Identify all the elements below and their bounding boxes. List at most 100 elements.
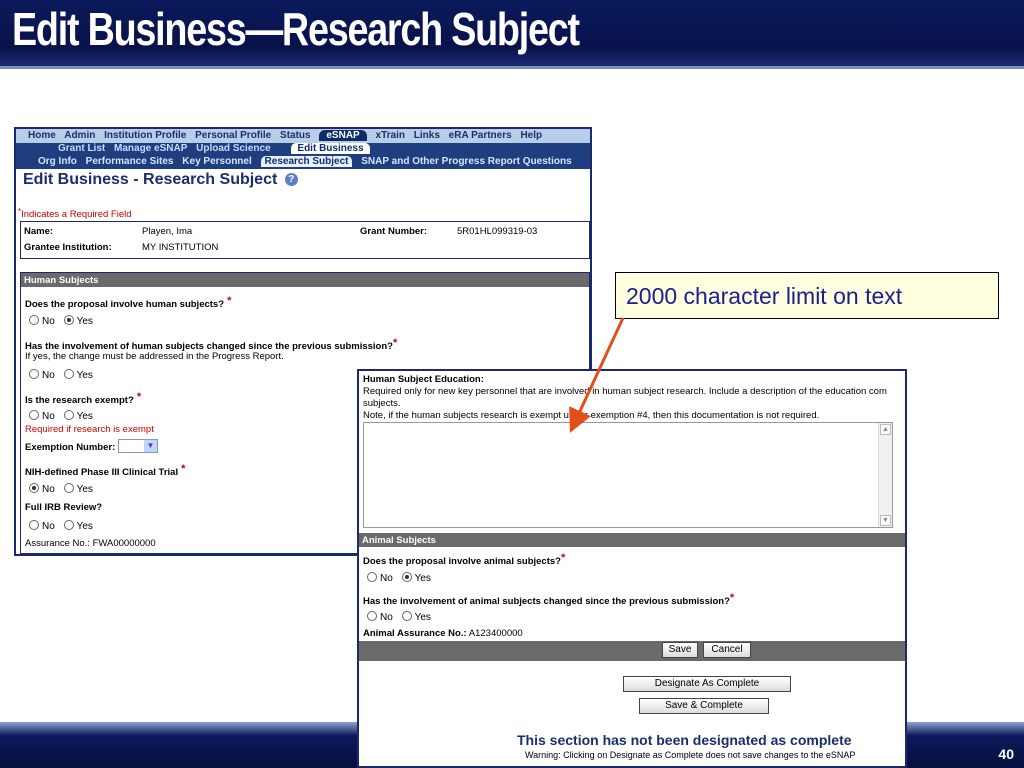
designate-complete-button[interactable]: Designate As Complete [623,676,791,692]
as-question-changed-text: Has the involvement of animal subjects c… [363,596,730,607]
animal-subjects-header: Animal Subjects [359,533,905,547]
nav-research-subject[interactable]: Research Subject [260,156,353,167]
sub-nav-esnap: Grant List Manage eSNAP Upload Science E… [16,143,590,156]
hs-changed-no-label: No [42,370,55,381]
hs-exempt-required-note: Required if research is exempt [25,424,154,435]
hs-question-phase3: NIH-defined Phase III Clinical Trial * [25,463,186,478]
hs-question-phase3-text: NIH-defined Phase III Clinical Trial [25,467,179,478]
scroll-down-icon[interactable]: ▼ [880,515,891,526]
hs-involve-no-radio[interactable] [29,315,39,325]
hs-phase3-yes-radio[interactable] [63,483,74,493]
human-subject-education-textarea[interactable]: ▲ ▼ [363,422,893,528]
character-limit-callout: 2000 character limit on text [615,272,999,319]
nav-personal-profile[interactable]: Personal Profile [195,130,271,141]
scroll-up-icon[interactable]: ▲ [880,424,891,435]
hs-involve-no-label: No [42,316,55,327]
hs-phase3-no-radio[interactable] [29,483,39,493]
nav-links[interactable]: Links [414,130,440,141]
slide-title: Edit Business—Research Subject [12,3,580,55]
as-changed-no-radio[interactable] [367,611,377,621]
required-note: *Indicates a Required Field [18,207,132,220]
completion-status: This section has not been designated as … [517,732,852,748]
hs-irb-no-radio[interactable] [29,520,39,530]
save-complete-button[interactable]: Save & Complete [639,698,769,714]
nav-performance-sites[interactable]: Performance Sites [86,156,174,167]
nav-manage-esnap[interactable]: Manage eSNAP [114,143,187,154]
exemption-number-label: Exemption Number: [25,442,116,453]
nav-key-personnel[interactable]: Key Personnel [182,156,251,167]
hs-exempt-no-radio[interactable] [29,410,39,420]
textarea-scrollbar[interactable]: ▲ ▼ [878,423,892,527]
as-involve-yes-radio[interactable] [401,572,412,582]
hs-phase3-no-label: No [42,484,55,495]
page-title: Edit Business - Research Subject ? [23,171,298,189]
page-title-text: Edit Business - Research Subject [23,171,278,188]
institution-label: Grantee Institution: [24,242,112,253]
hs-question-exempt: Is the research exempt? * [25,391,142,406]
hs-changed-radios: No Yes [29,369,99,381]
exemption-number-select[interactable]: ▼ [117,439,158,453]
hs-involve-yes-radio[interactable] [63,315,74,325]
nav-admin[interactable]: Admin [64,130,95,141]
hs-phase3-radios: No Yes [29,483,99,495]
as-changed-radios: No Yes [367,611,437,623]
slide-title-bar: Edit Business—Research Subject [0,0,1024,68]
hs-changed-no-radio[interactable] [29,369,39,379]
hs-exempt-radios: No Yes [29,410,99,422]
slide-number: 40 [998,746,1014,762]
hs-question-changed: Has the involvement of human subjects ch… [25,337,398,352]
nav-grant-list[interactable]: Grant List [58,143,105,154]
nav-org-info[interactable]: Org Info [38,156,77,167]
grant-number-label: Grant Number: [360,226,428,237]
required-note-text: Indicates a Required Field [21,209,132,220]
nav-home[interactable]: Home [28,130,56,141]
nav-edit-business[interactable]: Edit Business [291,143,370,154]
hs-irb-radios: No Yes [29,520,99,532]
as-changed-no-label: No [380,612,393,623]
as-question-changed: Has the involvement of animal subjects c… [363,592,735,607]
edu-line-1: Required only for new key personnel that… [363,386,887,397]
nav-snap-questions[interactable]: SNAP and Other Progress Report Questions [361,156,571,167]
nav-era-partners[interactable]: eRA Partners [449,130,512,141]
human-subjects-header: Human Subjects [21,273,589,287]
hs-question-exempt-text: Is the research exempt? [25,395,134,406]
callout-text: 2000 character limit on text [626,283,903,309]
institution-value: MY INSTITUTION [142,242,219,253]
hs-changed-yes-radio[interactable] [63,369,74,379]
animal-assurance-value: A123400000 [468,628,523,639]
chevron-down-icon: ▼ [143,440,157,452]
save-button[interactable]: Save [662,642,698,658]
hs-irb-no-label: No [42,521,55,532]
assurance-number: Assurance No.: FWA00000000 [25,538,156,549]
as-question-involve: Does the proposal involve animal subject… [363,552,566,567]
hs-exempt-yes-radio[interactable] [63,410,74,420]
nav-upload-science[interactable]: Upload Science [196,143,270,154]
help-icon[interactable]: ? [284,173,298,186]
hs-involve-radios: No Yes [29,315,99,327]
edu-line-3: Note, if the human subjects research is … [363,410,820,421]
as-involve-yes-label: Yes [414,573,431,584]
hs-question-irb: Full IRB Review? [25,502,103,513]
sub-nav-edit-business: Org Info Performance Sites Key Personnel… [16,156,590,169]
nav-institution-profile[interactable]: Institution Profile [104,130,186,141]
animal-assurance-row: Animal Assurance No.: A123400000 [363,628,523,639]
top-nav: Home Admin Institution Profile Personal … [16,129,590,143]
grant-info-box: Name: Playen, Ima Grant Number: 5R01HL09… [20,221,590,259]
name-value: Playen, Ima [142,226,193,237]
as-involve-no-label: No [380,573,393,584]
as-changed-yes-radio[interactable] [401,611,412,621]
cancel-button[interactable]: Cancel [703,642,751,658]
nav-esnap[interactable]: eSNAP [319,130,367,141]
nav-status[interactable]: Status [280,130,311,141]
nav-help[interactable]: Help [520,130,542,141]
hs-irb-yes-radio[interactable] [63,520,74,530]
nav-xtrain[interactable]: xTrain [376,130,405,141]
hs-involve-yes-label: Yes [76,316,93,327]
as-involve-no-radio[interactable] [367,572,377,582]
hs-exempt-no-label: No [42,411,55,422]
hs-phase3-yes-label: Yes [76,484,93,495]
hs-exempt-yes-label: Yes [76,411,93,422]
form-button-row: Save Cancel [359,641,905,661]
hs-question-involve: Does the proposal involve human subjects… [25,295,232,310]
as-changed-yes-label: Yes [414,612,431,623]
